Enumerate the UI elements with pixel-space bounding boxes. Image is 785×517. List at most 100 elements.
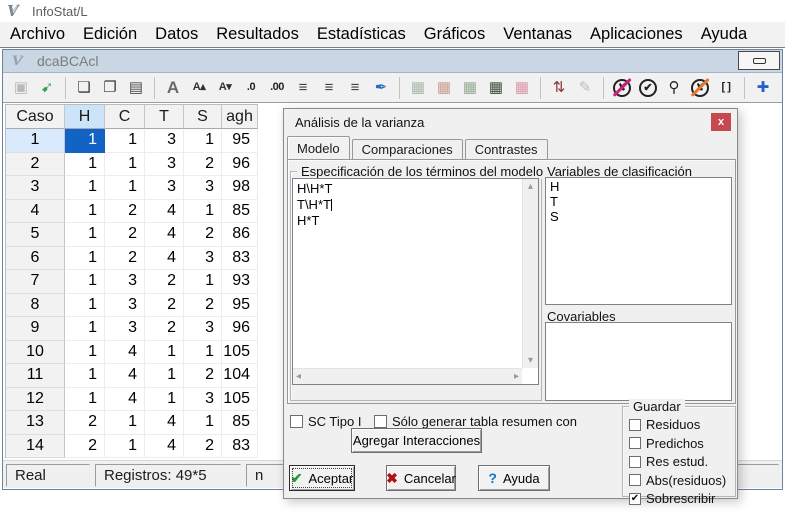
align-center-button[interactable]: ≡ — [316, 76, 342, 100]
column-header-agh[interactable]: agh — [222, 105, 258, 129]
cell[interactable]: 2 — [105, 247, 145, 271]
font-decrease-button[interactable]: A▾ — [212, 76, 238, 100]
insert-row-button[interactable]: ▦ — [457, 76, 483, 100]
cell[interactable]: 1 — [65, 176, 105, 200]
cell[interactable]: 1 — [65, 364, 105, 388]
tabla-resumen-checkbox[interactable]: Sólo generar tabla resumen con — [374, 414, 577, 429]
cell[interactable]: 3 — [145, 129, 184, 153]
row-header[interactable]: 8 — [6, 294, 65, 318]
cell[interactable]: 105 — [222, 388, 258, 412]
font-increase-button[interactable]: A▴ — [186, 76, 212, 100]
cell[interactable]: 2 — [65, 435, 105, 459]
row-header[interactable]: 2 — [6, 153, 65, 177]
row-header[interactable]: 12 — [6, 388, 65, 412]
predichos-checkbox[interactable]: Predichos — [629, 436, 735, 451]
row-header[interactable]: 10 — [6, 341, 65, 365]
brackets-button[interactable]: [ ] — [713, 76, 739, 100]
row-header[interactable]: 4 — [6, 200, 65, 224]
cell[interactable]: 3 — [105, 294, 145, 318]
paste-button[interactable]: ❐ — [97, 76, 123, 100]
cell[interactable]: 3 — [145, 153, 184, 177]
cell[interactable]: 4 — [145, 435, 184, 459]
cell[interactable]: 1 — [184, 270, 222, 294]
menu-graficos[interactable]: Gráficos — [415, 22, 494, 47]
row-header[interactable]: 13 — [6, 411, 65, 435]
cell[interactable]: 1 — [184, 200, 222, 224]
cell[interactable]: 1 — [65, 270, 105, 294]
cell[interactable]: 2 — [105, 200, 145, 224]
cell[interactable]: 85 — [222, 411, 258, 435]
column-header-c[interactable]: C — [105, 105, 145, 129]
cell[interactable]: 3 — [105, 317, 145, 341]
edit-cell-button[interactable]: ✎ — [572, 76, 598, 100]
dialog-titlebar[interactable]: Análisis de la varianza x — [284, 109, 737, 135]
cell[interactable]: 96 — [222, 153, 258, 177]
column-header-t[interactable]: T — [145, 105, 184, 129]
list-item[interactable]: H — [550, 179, 727, 194]
cell[interactable]: 4 — [105, 341, 145, 365]
row-header[interactable]: 6 — [6, 247, 65, 271]
cell[interactable]: 85 — [222, 200, 258, 224]
cell[interactable]: 4 — [145, 200, 184, 224]
row-header[interactable]: 11 — [6, 364, 65, 388]
cell[interactable]: 2 — [184, 294, 222, 318]
menu-resultados[interactable]: Resultados — [207, 22, 308, 47]
scroll-down-icon[interactable]: ▾ — [528, 355, 533, 366]
cell[interactable]: 3 — [184, 388, 222, 412]
cell[interactable]: 2 — [145, 294, 184, 318]
residuos-checkbox-box[interactable] — [629, 419, 641, 431]
insert-column-button[interactable]: ▦ — [405, 76, 431, 100]
menu-archivo[interactable]: Archivo — [1, 22, 74, 47]
sc-tipo-i-checkbox-box[interactable] — [290, 415, 303, 428]
font-button[interactable]: A — [160, 76, 186, 100]
tab-comparaciones[interactable]: Comparaciones — [352, 139, 463, 159]
cell[interactable]: 105 — [222, 341, 258, 365]
cancel-button[interactable]: ✖Cancelar — [386, 465, 456, 491]
cell[interactable]: 1 — [145, 364, 184, 388]
cell[interactable]: 95 — [222, 294, 258, 318]
list-item[interactable]: T — [550, 194, 727, 209]
delete-row-button[interactable]: ▦ — [509, 76, 535, 100]
delete-column-button[interactable]: ▦ — [431, 76, 457, 100]
scroll-left-icon[interactable]: ◂ — [296, 371, 301, 382]
res-estud-checkbox[interactable]: Res estud. — [629, 454, 735, 469]
new-edit-window-button[interactable]: ✚ — [750, 76, 776, 100]
menu-datos[interactable]: Datos — [146, 22, 207, 47]
cell[interactable]: 4 — [105, 388, 145, 412]
cell[interactable]: 2 — [184, 223, 222, 247]
cell[interactable]: 1 — [65, 223, 105, 247]
cell[interactable]: 4 — [145, 247, 184, 271]
deactivate-case-button[interactable]: ✘ — [609, 76, 635, 100]
row-header[interactable]: 9 — [6, 317, 65, 341]
res-estud-checkbox-box[interactable] — [629, 456, 641, 468]
cell[interactable]: 2 — [145, 317, 184, 341]
column-header-h[interactable]: H — [65, 105, 105, 129]
fill-format-button[interactable]: ✒ — [368, 76, 394, 100]
cell[interactable]: 1 — [184, 341, 222, 365]
cell[interactable]: 3 — [184, 176, 222, 200]
cell[interactable]: 3 — [145, 176, 184, 200]
print-button[interactable]: ▤ — [123, 76, 149, 100]
cell[interactable]: 1 — [65, 317, 105, 341]
new-table-button[interactable]: ▦ — [483, 76, 509, 100]
tab-modelo[interactable]: Modelo — [287, 136, 350, 159]
cell[interactable]: 1 — [145, 341, 184, 365]
cell[interactable]: 3 — [184, 317, 222, 341]
help-button[interactable]: ?Ayuda — [478, 465, 550, 491]
cell[interactable]: 1 — [65, 294, 105, 318]
cell[interactable]: 4 — [145, 223, 184, 247]
column-header-s[interactable]: S — [184, 105, 222, 129]
cell[interactable]: 1 — [65, 200, 105, 224]
column-header-caso[interactable]: Caso — [6, 105, 65, 129]
cell[interactable]: 83 — [222, 247, 258, 271]
cell[interactable]: 1 — [184, 129, 222, 153]
decimals-increase-button[interactable]: .00 — [264, 76, 290, 100]
row-header[interactable]: 7 — [6, 270, 65, 294]
predichos-checkbox-box[interactable] — [629, 437, 641, 449]
horizontal-scrollbar[interactable]: ◂ ▸ — [293, 368, 522, 384]
tab-contrastes[interactable]: Contrastes — [465, 139, 548, 159]
cell[interactable]: 4 — [145, 411, 184, 435]
scroll-right-icon[interactable]: ▸ — [514, 371, 519, 382]
close-button[interactable]: x — [711, 113, 731, 131]
cell[interactable]: 1 — [105, 176, 145, 200]
